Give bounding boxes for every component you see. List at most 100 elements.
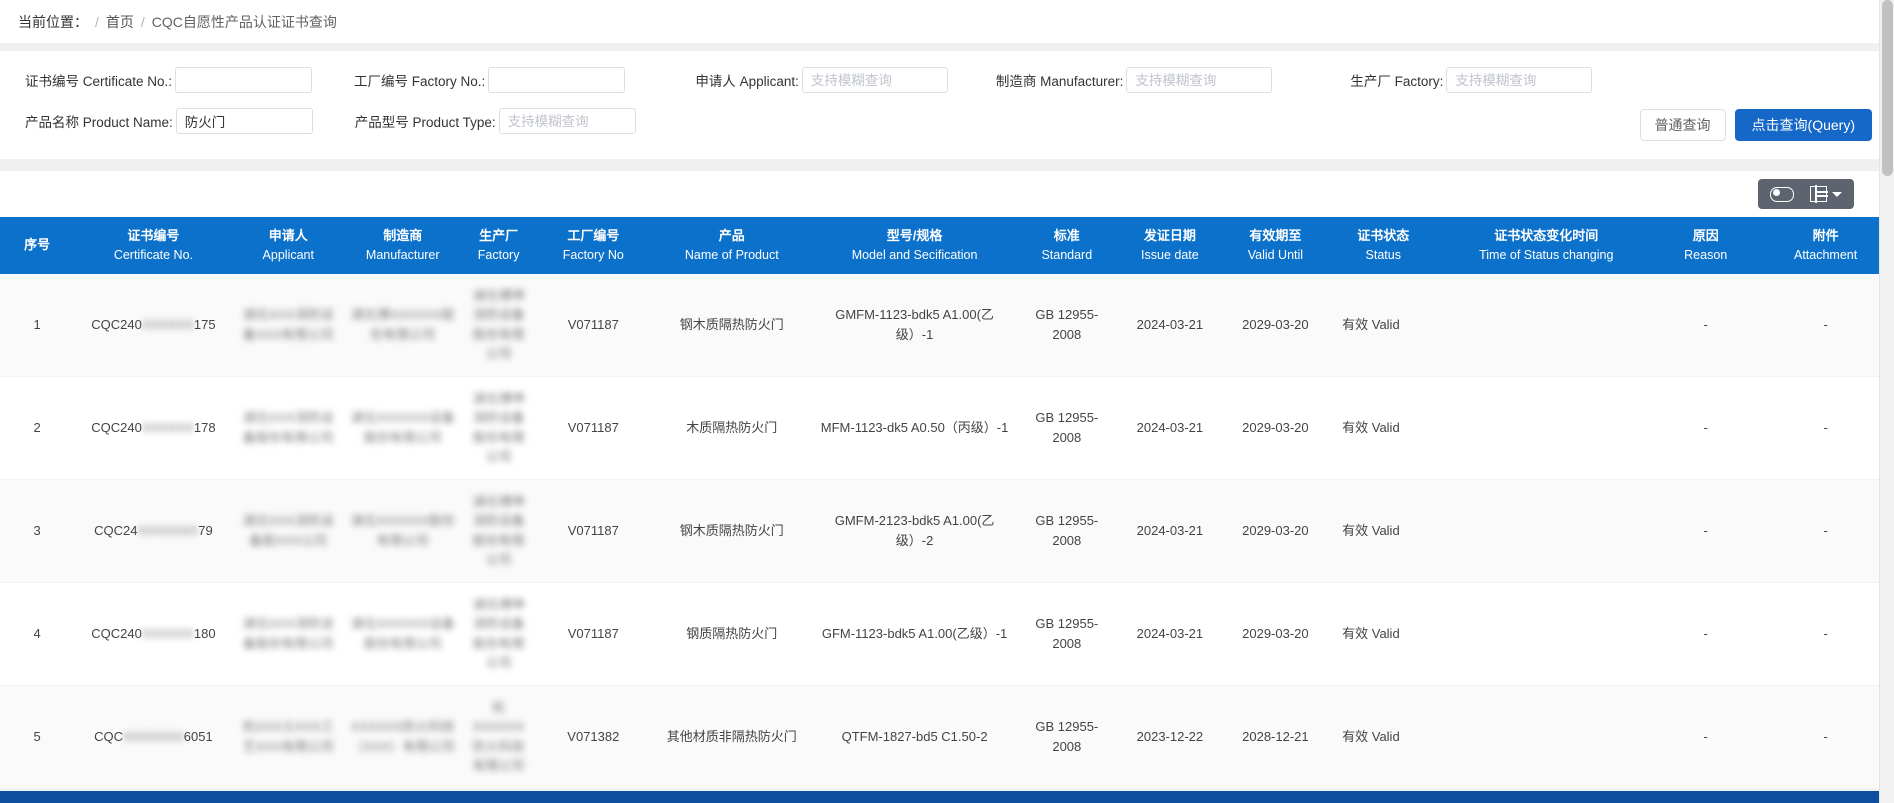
product-name-input[interactable] <box>175 108 313 134</box>
col-header-issue-date[interactable]: 发证日期 Issue date <box>1117 217 1223 274</box>
cell-index: 4 <box>0 582 75 686</box>
cell-reason: - <box>1654 376 1758 480</box>
field-label-product-name: 产品名称 Product Name: <box>25 115 173 130</box>
certificate-no-redacted: XXXXXX <box>141 626 194 642</box>
cell-model: GFM-1123-bdk5 A1.00(乙级）-1 <box>812 582 1017 686</box>
col-header-standard-cn: 标准 <box>1053 228 1080 243</box>
col-header-issue-date-en: Issue date <box>1141 247 1199 262</box>
cell-standard: GB 12955-2008 <box>1016 685 1118 789</box>
cell-standard: GB 12955-2008 <box>1016 273 1118 377</box>
spacer-1 <box>0 43 1894 51</box>
col-header-status-change-time[interactable]: 证书状态变化时间 Time of Status changing <box>1438 217 1655 274</box>
cell-status-change-time <box>1438 582 1655 686</box>
cell-model: QTFM-1827-bd5 C1.50-2 <box>812 685 1017 789</box>
col-header-index[interactable]: 序号 <box>0 217 75 274</box>
cell-valid-until: 2028-12-21 <box>1222 685 1329 789</box>
manufacturer-input[interactable] <box>1126 67 1273 93</box>
col-header-issue-date-cn: 发证日期 <box>1143 228 1196 243</box>
cell-factory-no: V071187 <box>535 582 651 686</box>
normal-query-button[interactable]: 普通查询 <box>1639 109 1726 141</box>
table-row[interactable]: 5 CQCXXXXXXX6051 杭XXX义XXX工艺XXX有限公司 XXXXXX防火… <box>0 685 1894 789</box>
cell-applicant: 湖北XXX消防设备股份有限公司 <box>232 582 344 686</box>
cell-index: 5 <box>0 685 75 789</box>
factory-input[interactable] <box>1446 67 1593 93</box>
col-header-model[interactable]: 型号/规格 Model and Secification <box>812 217 1017 274</box>
product-type-input[interactable] <box>498 108 636 134</box>
cell-index: 2 <box>0 376 75 480</box>
col-header-factory[interactable]: 生产厂 Factory <box>461 217 536 274</box>
certificate-no-prefix: CQC240 <box>91 317 142 333</box>
cell-certificate-no: CQC240XXXXXX180 <box>74 582 233 686</box>
cell-certificate-no: CQC240XXXXXX175 <box>74 273 233 377</box>
col-header-standard[interactable]: 标准 Standard <box>1016 217 1118 274</box>
col-header-status-change-time-cn: 证书状态变化时间 <box>1494 228 1599 243</box>
factory-no-input[interactable] <box>488 67 626 93</box>
field-product-name: 产品名称 Product Name: <box>25 108 313 134</box>
table-row[interactable]: 1 CQC240XXXXXX175 湖北XXX消防设备XXX有限公司 湖北博XXXXX… <box>0 273 1894 377</box>
breadcrumb-home-link[interactable]: 首页 <box>106 12 134 32</box>
col-header-status[interactable]: 证书状态 Status <box>1328 217 1439 274</box>
cell-reason: - <box>1654 582 1758 686</box>
cell-index: 3 <box>0 479 75 583</box>
field-certificate-no: 证书编号 Certificate No.: <box>25 67 313 93</box>
cell-product: 其他材质非隔热防火门 <box>650 685 813 789</box>
col-header-factory-en: Factory <box>477 247 520 262</box>
cell-reason: - <box>1654 273 1758 377</box>
cell-manufacturer: 湖北博XXXXXX股份有限公司 <box>344 273 462 377</box>
cell-status: 有效 Valid <box>1328 685 1439 789</box>
col-header-valid-until[interactable]: 有效期至 Valid Until <box>1222 217 1329 274</box>
col-header-reason[interactable]: 原因 Reason <box>1654 217 1758 274</box>
applicant-input[interactable] <box>801 67 948 93</box>
col-header-certificate-no[interactable]: 证书编号 Certificate No. <box>74 217 233 274</box>
field-label-applicant: 申请人 Applicant: <box>695 74 799 89</box>
col-header-status-cn: 证书状态 <box>1357 228 1410 243</box>
certificate-no-suffix: 175 <box>193 317 216 333</box>
col-header-manufacturer[interactable]: 制造商 Manufacturer <box>344 217 462 274</box>
col-header-attachment[interactable]: 附件 Attachment <box>1757 217 1894 274</box>
cell-attachment: - <box>1757 685 1894 789</box>
table-row[interactable]: 2 CQC240XXXXXX178 湖北XXX消防设备股份有限公司 湖北XXXXXX设… <box>0 376 1894 480</box>
query-button[interactable]: 点击查询(Query) <box>1734 109 1872 141</box>
cell-factory: 湖北博坤消防设备股份有限公司 <box>461 479 536 583</box>
column-settings-button[interactable] <box>1810 185 1842 203</box>
breadcrumb: 当前位置： / 首页 / CQC自愿性产品认证证书查询 <box>0 0 1894 43</box>
page-root: 当前位置： / 首页 / CQC自愿性产品认证证书查询 证书编号 Certifi… <box>0 0 1894 803</box>
toggle-switch-icon[interactable] <box>1770 186 1794 202</box>
cell-applicant: 湖北XXX消防设备股份有限公司 <box>232 376 344 480</box>
cell-factory: 湖北博坤消防设备股份有限公司 <box>461 582 536 686</box>
col-header-attachment-en: Attachment <box>1794 247 1858 262</box>
cell-certificate-no: CQCXXXXXXX6051 <box>74 685 233 789</box>
field-manufacturer: 制造商 Manufacturer: <box>996 67 1273 93</box>
certificate-no-redacted: XXXXXX <box>141 420 194 436</box>
certificate-no-input[interactable] <box>175 67 313 93</box>
cell-manufacturer: 湖北XXXXXX设备股份有限公司 <box>344 376 462 480</box>
cell-product: 钢木质隔热防火门 <box>650 273 813 377</box>
certificate-no-redacted: XXXXXXX <box>123 729 184 745</box>
col-header-valid-until-cn: 有效期至 <box>1249 228 1302 243</box>
chevron-down-icon <box>1832 191 1842 197</box>
col-header-applicant[interactable]: 申请人 Applicant <box>232 217 344 274</box>
cell-reason: - <box>1654 479 1758 583</box>
table-row[interactable]: 3 CQC24XXXXXXX79 湖北XXX消防设备股XXX公司 湖北XXXXXX股份… <box>0 479 1894 583</box>
cell-product: 钢木质隔热防火门 <box>650 479 813 583</box>
cell-standard: GB 12955-2008 <box>1016 582 1118 686</box>
table-row[interactable]: 4 CQC240XXXXXX180 湖北XXX消防设备股份有限公司 湖北XXXXXX设… <box>0 582 1894 686</box>
certificate-no-prefix: CQC240 <box>91 626 142 642</box>
cell-attachment: - <box>1757 582 1894 686</box>
cell-model: MFM-1123-dk5 A0.50（丙级）-1 <box>812 376 1017 480</box>
page-scrollbar-thumb[interactable] <box>1882 0 1893 176</box>
col-header-reason-en: Reason <box>1684 247 1728 262</box>
col-header-attachment-cn: 附件 <box>1812 228 1839 243</box>
certificate-no-suffix: 79 <box>198 523 213 539</box>
page-scrollbar-track[interactable] <box>1879 0 1894 803</box>
col-header-factory-no[interactable]: 工厂编号 Factory No <box>535 217 651 274</box>
cell-valid-until: 2029-03-20 <box>1222 479 1329 583</box>
table-body: 1 CQC240XXXXXX175 湖北XXX消防设备XXX有限公司 湖北博XXXXX… <box>0 273 1894 789</box>
col-header-product[interactable]: 产品 Name of Product <box>650 217 813 274</box>
cell-status-change-time <box>1438 273 1655 377</box>
certificate-no-suffix: 178 <box>193 420 216 436</box>
col-header-valid-until-en: Valid Until <box>1247 247 1304 262</box>
cell-manufacturer: 湖北XXXXXX设备股份有限公司 <box>344 582 462 686</box>
cell-standard: GB 12955-2008 <box>1016 376 1118 480</box>
cell-status: 有效 Valid <box>1328 273 1439 377</box>
